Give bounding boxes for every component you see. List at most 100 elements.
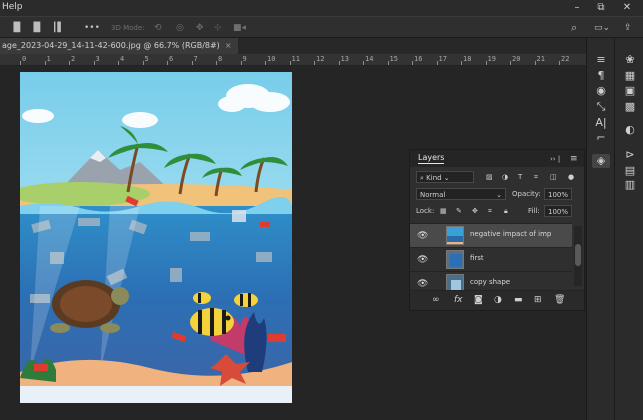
ruler-label: 0 xyxy=(22,55,27,63)
ruler-tick xyxy=(191,61,193,65)
layer-name[interactable]: copy shape xyxy=(470,278,510,286)
ruler-tick xyxy=(44,61,46,65)
panel-menu-button[interactable]: ≡ xyxy=(570,153,578,165)
ruler-label: 20 xyxy=(512,55,521,63)
filter-toggle-icon[interactable]: ● xyxy=(568,171,574,183)
patterns-icon[interactable]: ▩ xyxy=(621,100,639,114)
layers-scrollbar[interactable] xyxy=(574,226,582,286)
search-icon[interactable]: ⌕ xyxy=(571,21,577,35)
share-icon[interactable]: ⇪ xyxy=(624,21,632,35)
ruler-tick xyxy=(338,61,340,65)
3d-orbit-icon[interactable]: ⟲ xyxy=(154,21,162,35)
restore-button[interactable]: ⧉ xyxy=(590,1,612,15)
document-canvas-image[interactable] xyxy=(20,72,292,403)
ruler-tick xyxy=(69,61,70,65)
filter-kind-select[interactable]: ⌕ Kind ⌄ xyxy=(416,171,474,183)
history-icon[interactable]: ⊳ xyxy=(621,148,639,162)
ruler-tick xyxy=(289,61,291,65)
menu-bar: Help – ⧉ ✕ xyxy=(0,0,643,16)
lock-transparent-icon[interactable]: ▦ xyxy=(440,205,447,217)
more-options-button[interactable]: ••• xyxy=(84,21,100,35)
layer-row[interactable]: 👁︎ first xyxy=(410,247,572,271)
3d-pan-icon[interactable]: ✥ xyxy=(196,21,204,35)
layer-name[interactable]: negative impact of imp xyxy=(470,230,551,238)
layer-thumbnail xyxy=(446,226,464,245)
collapse-panel-button[interactable]: ›› | xyxy=(550,153,560,165)
close-window-button[interactable]: ✕ xyxy=(616,1,638,15)
3d-icon[interactable]: ◉ xyxy=(592,84,610,98)
close-tab-icon[interactable]: × xyxy=(225,41,232,50)
paths-icon[interactable]: ⌐ xyxy=(592,131,610,145)
ruler-label: 19 xyxy=(487,55,496,63)
filter-adjustment-icon[interactable]: ◑ xyxy=(502,171,508,183)
visibility-eye-icon[interactable]: 👁︎ xyxy=(417,279,428,289)
align-left-icon[interactable]: ▐▌ xyxy=(10,21,24,35)
ruler-tick xyxy=(93,61,95,65)
ruler-tick xyxy=(216,61,217,65)
new-adjustment-layer-icon[interactable]: ◑ xyxy=(494,295,502,305)
document-tab-label: age_2023-04-29_14-11-42-600.jpg @ 66.7% … xyxy=(2,41,220,50)
align-center-icon[interactable]: ▐▌ xyxy=(30,21,44,35)
ruler-label: 14 xyxy=(365,55,374,63)
opacity-input[interactable]: 100% xyxy=(544,188,572,200)
lock-pixels-icon[interactable]: ✎ xyxy=(456,205,462,217)
link-layers-icon[interactable]: ∞ xyxy=(432,295,440,305)
distribute-icon[interactable]: ┃▌ xyxy=(52,21,64,35)
ruler-label: 5 xyxy=(144,55,149,63)
panel-icons-column: ≡ ¶ ◉ ⤡ A| ⌐ ◈ xyxy=(586,38,614,420)
filter-type-icon[interactable]: T xyxy=(518,171,522,183)
transform-icon[interactable]: ⤡ xyxy=(592,100,610,114)
layer-name[interactable]: first xyxy=(470,254,484,262)
gradients-icon[interactable]: ▣ xyxy=(621,84,639,98)
3d-slide-icon[interactable]: ⊹ xyxy=(214,21,222,35)
paragraph-icon[interactable]: ¶ xyxy=(592,69,610,83)
swatches-icon[interactable]: ▦ xyxy=(621,69,639,83)
color-icon[interactable]: ❀ xyxy=(621,53,639,67)
lock-all-icon[interactable]: 🔒︎ xyxy=(504,205,508,217)
ruler-tick xyxy=(559,61,560,65)
ruler-label: 7 xyxy=(193,55,198,63)
layers-tab[interactable]: Layers xyxy=(418,153,445,164)
layers-scroll-thumb[interactable] xyxy=(575,244,581,266)
ruler-label: 13 xyxy=(340,55,349,63)
ruler-label: 12 xyxy=(316,55,325,63)
filter-pixel-icon[interactable]: ▨ xyxy=(486,171,493,183)
panel-icons-column-2: ❀ ▦ ▣ ▩ ◐ ⊳ ▤ ▥ xyxy=(614,38,643,420)
ruler-tick xyxy=(363,61,364,65)
workspace-icon[interactable]: ▭⌄ xyxy=(594,21,610,35)
adjustments-icon[interactable]: ≡ xyxy=(592,53,610,67)
3d-camera-icon[interactable]: ■◂ xyxy=(233,21,246,35)
new-group-icon[interactable]: ▬ xyxy=(514,295,523,305)
menu-help[interactable]: Help xyxy=(2,2,23,12)
add-layer-style-icon[interactable]: fx xyxy=(454,295,463,305)
character-icon[interactable]: A| xyxy=(592,116,610,130)
ruler-tick xyxy=(314,61,315,65)
blend-mode-select[interactable]: Normal ⌄ xyxy=(416,188,506,200)
add-mask-icon[interactable]: ◙ xyxy=(474,295,483,305)
3d-roll-icon[interactable]: ◎ xyxy=(176,21,184,35)
lock-label: Lock: xyxy=(416,207,435,215)
document-tab[interactable]: age_2023-04-29_14-11-42-600.jpg @ 66.7% … xyxy=(0,38,238,54)
minimize-button[interactable]: – xyxy=(566,1,588,15)
layers-panel-header: Layers ›› | ≡ xyxy=(410,150,584,167)
blend-row: Normal ⌄ Opacity: 100% xyxy=(410,187,584,201)
layer-thumbnail xyxy=(446,250,464,269)
filter-smart-object-icon[interactable]: ◫ xyxy=(550,171,557,183)
ruler-tick xyxy=(142,61,144,65)
new-layer-icon[interactable]: ⊞ xyxy=(534,295,542,305)
visibility-eye-icon[interactable]: 👁︎ xyxy=(417,231,428,241)
libraries-icon[interactable]: ▥ xyxy=(621,178,639,192)
ruler-label: 17 xyxy=(438,55,447,63)
lock-artboard-icon[interactable]: ⌗ xyxy=(488,205,492,217)
brush-icon[interactable]: ◐ xyxy=(621,123,639,137)
visibility-eye-icon[interactable]: 👁︎ xyxy=(417,255,428,265)
fill-input[interactable]: 100% xyxy=(544,205,572,217)
properties-icon[interactable]: ▤ xyxy=(621,164,639,178)
filter-shape-icon[interactable]: ⌗ xyxy=(534,171,538,183)
ruler-tick xyxy=(240,61,242,65)
layer-row[interactable]: 👁︎ negative impact of imp xyxy=(410,223,572,247)
lock-position-icon[interactable]: ✥ xyxy=(472,205,478,217)
opacity-label: Opacity: xyxy=(512,190,541,198)
layers-panel-icon[interactable]: ◈ xyxy=(592,154,610,168)
delete-layer-icon[interactable]: 🗑︎ xyxy=(554,295,565,305)
